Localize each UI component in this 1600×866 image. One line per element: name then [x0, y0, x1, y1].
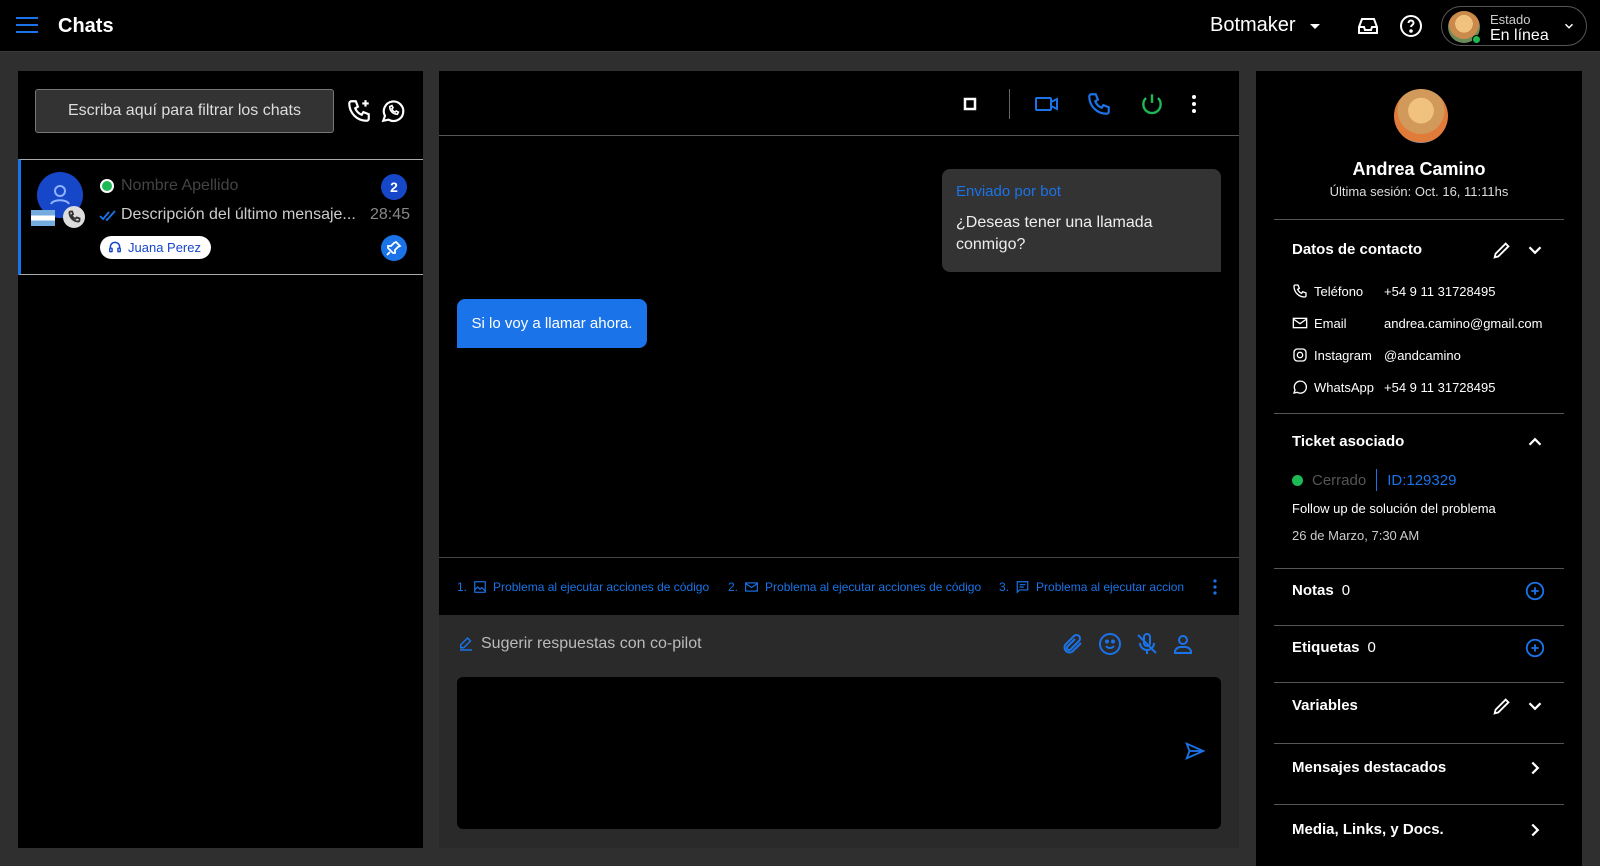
suggestions-bar: 1. Problema al ejecutar acciones de códi…	[439, 557, 1239, 615]
hamburger-menu-icon[interactable]	[16, 17, 38, 35]
chat-list-panel: Escriba aquí para filtrar los chats Nomb…	[18, 71, 423, 848]
avatar	[1394, 89, 1448, 143]
more-vertical-icon[interactable]	[1181, 91, 1207, 117]
status-value: En línea	[1490, 27, 1549, 44]
status-selector[interactable]: Estado En línea	[1441, 6, 1587, 46]
contact-name: Nombre Apellido	[121, 177, 239, 194]
featured-messages-header[interactable]: Mensajes destacados	[1292, 759, 1446, 776]
toolbar-divider	[1009, 89, 1010, 119]
suggestion-item[interactable]: 3. Problema al ejecutar accion	[999, 580, 1207, 594]
instagram-icon	[1293, 348, 1307, 362]
tags-section-header: Etiquetas 0	[1292, 639, 1376, 656]
add-call-icon[interactable]	[346, 98, 372, 124]
suggestion-item[interactable]: 1. Problema al ejecutar acciones de códi…	[457, 580, 709, 594]
contact-row-email: Email andrea.camino@gmail.com	[1292, 315, 1542, 331]
phone-channel-icon	[63, 206, 85, 228]
contact-name: Andrea Camino	[1352, 159, 1486, 179]
contact-row-instagram: Instagram @andcamino	[1292, 347, 1461, 363]
add-circle-icon[interactable]	[1524, 580, 1546, 602]
variables-section-header: Variables	[1292, 697, 1358, 714]
chevron-down-icon	[1564, 23, 1574, 29]
suggestion-item[interactable]: 2. Problema al ejecutar acciones de códi…	[728, 580, 981, 594]
caret-down-icon[interactable]	[1310, 24, 1320, 29]
ticket-section-header: Ticket asociado	[1292, 433, 1405, 450]
edit-icon[interactable]	[1491, 239, 1513, 261]
bot-message-bubble: Enviado por bot ¿Deseas tener una llamad…	[942, 169, 1221, 272]
chat-filter-input[interactable]: Escriba aquí para filtrar los chats	[35, 89, 334, 133]
ticket-status: Cerrado ID:129329	[1292, 469, 1456, 491]
divider	[1274, 682, 1564, 683]
inbox-icon[interactable]	[1356, 14, 1380, 38]
message-sender: Enviado por bot	[956, 183, 1062, 200]
chevron-right-icon[interactable]	[1524, 757, 1546, 779]
divider	[1274, 804, 1564, 805]
chevron-down-icon[interactable]	[1524, 695, 1546, 717]
pencil-icon	[460, 636, 472, 651]
headset-icon	[109, 241, 121, 253]
message-input[interactable]	[457, 677, 1221, 829]
microphone-off-icon[interactable]	[1135, 632, 1159, 656]
contact-details-panel: Andrea Camino Última sesión: Oct. 16, 11…	[1256, 71, 1582, 866]
power-icon[interactable]	[1139, 91, 1165, 117]
agent-chip: Juana Perez	[100, 236, 211, 259]
divider	[1274, 743, 1564, 744]
chevron-down-icon[interactable]	[1524, 239, 1546, 261]
unread-badge: 2	[381, 174, 407, 200]
more-vertical-icon[interactable]	[1209, 578, 1221, 596]
online-status-dot	[1472, 35, 1481, 44]
divider	[1274, 568, 1564, 569]
conversation-toolbar	[439, 71, 1239, 136]
status-label: Estado	[1490, 12, 1531, 27]
page-title: Chats	[58, 15, 114, 37]
online-status-dot	[100, 179, 114, 193]
copilot-suggest-button[interactable]: Sugerir respuestas con co-pilot	[457, 635, 702, 653]
brand-selector[interactable]: Botmaker	[1210, 14, 1296, 37]
divider	[1274, 625, 1564, 626]
ticket-date: 26 de Marzo, 7:30 AM	[1292, 528, 1420, 543]
chevron-right-icon[interactable]	[1524, 819, 1546, 841]
whatsapp-icon[interactable]	[380, 98, 406, 124]
message-text: ¿Deseas tener una llamada conmigo?	[956, 214, 1153, 253]
agent-name: Juana Perez	[128, 240, 201, 255]
send-icon[interactable]	[1184, 740, 1206, 762]
ticket-description: Follow up de solución del problema	[1292, 501, 1496, 516]
chevron-up-icon[interactable]	[1524, 431, 1546, 453]
add-circle-icon[interactable]	[1524, 637, 1546, 659]
conversation-panel: Enviado por bot ¿Deseas tener una llamad…	[439, 71, 1239, 848]
status-dot	[1292, 474, 1303, 486]
pin-icon	[386, 240, 402, 256]
user-message-bubble: Si lo voy a llamar ahora.	[457, 299, 647, 348]
stop-icon[interactable]	[957, 91, 983, 117]
last-session: Última sesión: Oct. 16, 11:11hs	[1329, 184, 1509, 199]
contact-section-header: Datos de contacto	[1292, 241, 1423, 258]
compose-area: Sugerir respuestas con co-pilot	[439, 615, 1239, 848]
user-icon[interactable]	[1171, 632, 1195, 656]
top-bar: Chats Botmaker Estado En línea	[0, 0, 1600, 52]
mail-icon	[1292, 317, 1308, 329]
attachment-icon[interactable]	[1061, 632, 1085, 656]
double-check-icon	[99, 210, 116, 222]
whatsapp-icon	[1292, 380, 1307, 394]
phone-icon	[1293, 284, 1307, 298]
divider	[1274, 413, 1564, 414]
media-links-docs-header[interactable]: Media, Links, y Docs.	[1292, 821, 1444, 838]
ticket-id-link[interactable]: ID:129329	[1387, 472, 1456, 489]
notes-section-header: Notas 0	[1292, 582, 1351, 599]
contact-row-whatsapp: WhatsApp +54 9 11 31728495	[1292, 379, 1495, 395]
last-message: Descripción del último mensaje...	[121, 206, 356, 223]
argentina-flag-icon	[31, 210, 55, 226]
mail-icon	[745, 582, 758, 592]
phone-call-icon[interactable]	[1086, 91, 1112, 117]
message-time: 28:45	[370, 206, 411, 223]
image-icon	[474, 581, 486, 593]
emoji-icon[interactable]	[1098, 632, 1122, 656]
video-call-icon[interactable]	[1034, 91, 1060, 117]
help-icon[interactable]	[1399, 14, 1423, 38]
contact-row-phone: Teléfono +54 9 11 31728495	[1292, 283, 1495, 299]
pin-button[interactable]	[381, 235, 407, 261]
list-item[interactable]: Nombre Apellido Descripción del último m…	[18, 159, 423, 275]
message-icon	[1016, 581, 1029, 594]
divider	[1274, 219, 1564, 220]
edit-icon[interactable]	[1491, 695, 1513, 717]
